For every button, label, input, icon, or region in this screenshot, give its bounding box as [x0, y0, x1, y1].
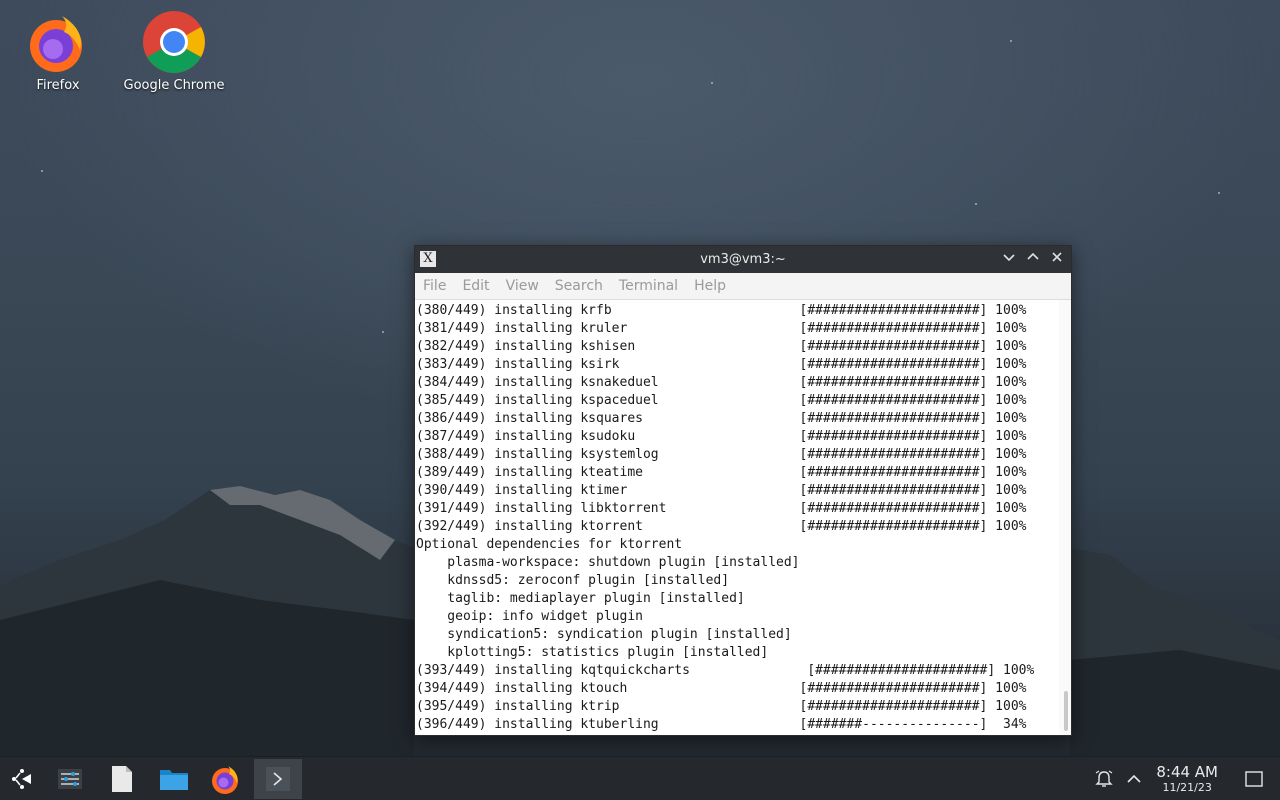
taskbar: 8:44 AM 11/21/23	[0, 756, 1280, 800]
terminal-line: (389/449) installing kteatime [#########…	[416, 465, 1027, 480]
terminal-line: kdnssd5: zeroconf plugin [installed]	[416, 573, 730, 588]
chrome-icon	[142, 10, 206, 74]
desktop-icon-label: Google Chrome	[123, 78, 225, 93]
terminal-line: (390/449) installing ktimer [###########…	[416, 483, 1027, 498]
terminal-menubar: File Edit View Search Terminal Help	[415, 273, 1071, 300]
terminal-line: (380/449) installing krfb [#############…	[416, 303, 1027, 318]
clock-time: 8:44 AM	[1156, 763, 1218, 781]
system-clock[interactable]: 8:44 AM 11/21/23	[1156, 764, 1218, 795]
xterm-icon[interactable]: X	[420, 251, 436, 267]
terminal-scrollbar[interactable]	[1059, 300, 1071, 735]
desktop-icon-firefox[interactable]: Firefox	[3, 4, 113, 93]
text-file-icon[interactable]	[100, 759, 144, 799]
show-desktop-icon[interactable]	[1238, 759, 1270, 799]
desktop-icon-chrome[interactable]: Google Chrome	[119, 4, 229, 93]
chevron-up-icon[interactable]	[1120, 759, 1148, 799]
terminal-line: syndication5: syndication plugin [instal…	[416, 627, 792, 642]
terminal-line: (396/449) installing ktuberling [#######…	[416, 717, 1027, 732]
close-icon[interactable]	[1047, 250, 1067, 270]
menu-view[interactable]: View	[506, 278, 539, 294]
terminal-line: kplotting5: statistics plugin [installed…	[416, 645, 769, 660]
terminal-line: (381/449) installing kruler [###########…	[416, 321, 1027, 336]
scrollbar-thumb[interactable]	[1064, 691, 1068, 731]
terminal-line: plasma-workspace: shutdown plugin [insta…	[416, 555, 800, 570]
minimize-icon[interactable]	[999, 250, 1019, 270]
window-titlebar[interactable]: X vm3@vm3:~	[415, 246, 1071, 273]
firefox-icon	[26, 10, 90, 74]
terminal-line: (393/449) installing kqtquickcharts [###…	[416, 663, 1035, 678]
terminal-line: (386/449) installing ksquares [#########…	[416, 411, 1027, 426]
terminal-line: (385/449) installing kspaceduel [#######…	[416, 393, 1027, 408]
terminal-line: (382/449) installing kshisen [##########…	[416, 339, 1027, 354]
firefox-icon[interactable]	[204, 759, 248, 799]
terminal-line: taglib: mediaplayer plugin [installed]	[416, 591, 745, 606]
desktop-icon-label: Firefox	[36, 78, 80, 93]
maximize-icon[interactable]	[1023, 250, 1043, 270]
window-title: vm3@vm3:~	[700, 252, 786, 267]
terminal-line: geoip: info widget plugin	[416, 609, 643, 624]
menu-search[interactable]: Search	[555, 278, 603, 294]
menu-file[interactable]: File	[423, 278, 446, 294]
terminal-line: Optional dependencies for ktorrent	[416, 537, 683, 552]
terminal-line: (388/449) installing ksystemlog [#######…	[416, 447, 1027, 462]
terminal-line: (394/449) installing ktouch [###########…	[416, 681, 1027, 696]
menu-edit[interactable]: Edit	[462, 278, 489, 294]
folder-icon[interactable]	[152, 759, 196, 799]
notifications-icon[interactable]	[1084, 759, 1124, 799]
terminal-line: (383/449) installing ksirk [############…	[416, 357, 1027, 372]
terminal-output[interactable]: (380/449) installing krfb [#############…	[415, 300, 1059, 735]
terminal-line: (387/449) installing ksudoku [##########…	[416, 429, 1027, 444]
terminal-line: (391/449) installing libktorrent [######…	[416, 501, 1027, 516]
terminal-window[interactable]: X vm3@vm3:~ File Edit View Search Termin…	[414, 245, 1072, 736]
terminal-icon[interactable]	[254, 759, 302, 799]
terminal-line: (392/449) installing ktorrent [#########…	[416, 519, 1027, 534]
menu-terminal[interactable]: Terminal	[619, 278, 678, 294]
terminal-line: (384/449) installing ksnakeduel [#######…	[416, 375, 1027, 390]
terminal-line: (395/449) installing ktrip [############…	[416, 699, 1027, 714]
task-manager-icon[interactable]	[48, 759, 92, 799]
menu-help[interactable]: Help	[694, 278, 726, 294]
clock-date: 11/21/23	[1162, 781, 1212, 794]
app-launcher-icon[interactable]	[0, 759, 44, 799]
